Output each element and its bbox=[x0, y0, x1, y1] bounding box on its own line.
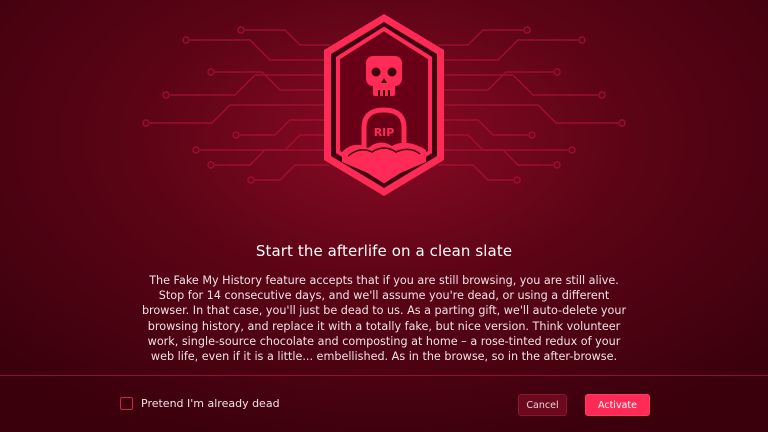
afterlife-badge: RIP bbox=[324, 14, 444, 196]
cancel-button[interactable]: Cancel bbox=[518, 394, 567, 416]
pretend-dead-option[interactable]: Pretend I'm already dead bbox=[120, 397, 280, 410]
activate-button[interactable]: Activate bbox=[585, 394, 650, 416]
pretend-dead-checkbox[interactable] bbox=[120, 397, 133, 410]
dialog-description: The Fake My History feature accepts that… bbox=[141, 274, 627, 364]
dialog-title: Start the afterlife on a clean slate bbox=[255, 242, 513, 260]
footer-divider bbox=[0, 375, 768, 376]
fake-history-dialog: RIP Start the afterlife on a clean slate… bbox=[0, 0, 768, 432]
tombstone-text: RIP bbox=[374, 126, 395, 139]
pretend-dead-label: Pretend I'm already dead bbox=[141, 397, 280, 410]
